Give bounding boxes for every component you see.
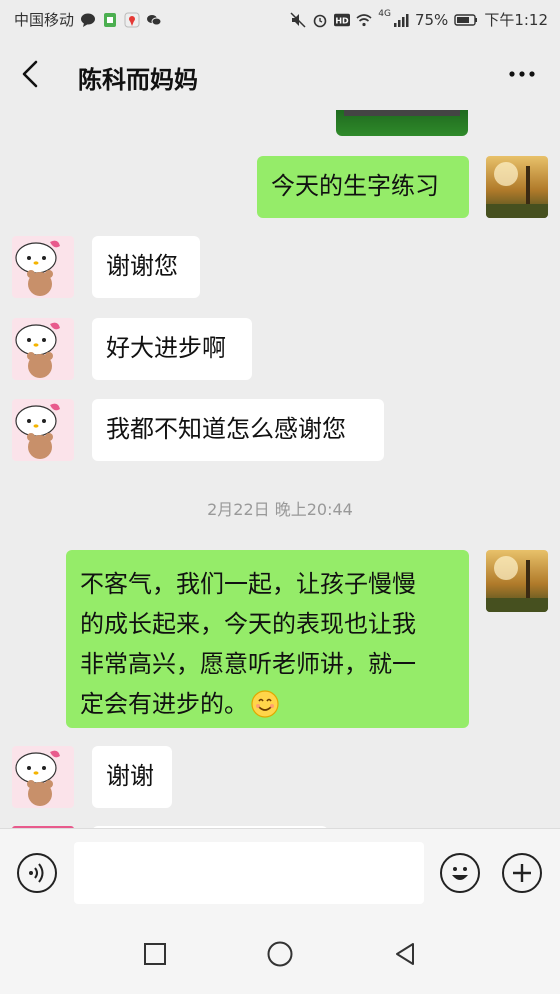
- message-list[interactable]: 今天的生字练习 谢谢您 好大进步啊 我都不知道怎么感谢您 2月22日 晚上20:…: [0, 110, 560, 828]
- wifi-icon: [356, 13, 372, 26]
- more-dots-icon[interactable]: [504, 62, 540, 86]
- smile-emoji-icon: [251, 690, 279, 718]
- network-type-label: 4G: [378, 8, 391, 19]
- battery-icon: [454, 13, 478, 26]
- message-line: 不客气，我们一起，让孩子慢慢: [80, 570, 416, 598]
- input-bar: [0, 828, 560, 921]
- back-icon[interactable]: [393, 942, 417, 966]
- message-line: 定会有进步的。: [80, 690, 248, 718]
- message-text: 谢谢您: [106, 252, 178, 280]
- contact-message-bubble[interactable]: 好大进步啊: [92, 318, 252, 380]
- my-message-bubble[interactable]: 今天的生字练习: [257, 156, 469, 218]
- svg-text:HD: HD: [336, 16, 350, 25]
- contact-avatar[interactable]: [12, 399, 74, 461]
- chevron-left-icon[interactable]: [14, 56, 50, 92]
- message-text: 谢谢: [106, 762, 154, 790]
- contact-avatar[interactable]: [12, 236, 74, 298]
- recent-apps-icon[interactable]: [143, 942, 167, 966]
- message-line: 的成长起来，今天的表现也让我: [80, 610, 416, 638]
- wechat-icon: [147, 14, 162, 25]
- contact-avatar[interactable]: [12, 318, 74, 380]
- message-input[interactable]: [74, 842, 424, 904]
- clock: 下午1:12: [484, 11, 548, 29]
- contact-avatar[interactable]: [12, 746, 74, 808]
- chat-header: 陈科而妈妈: [0, 38, 560, 110]
- mute-icon: [290, 11, 306, 28]
- status-bar: 中国移动 HD 4G 75% 下午1:12: [0, 0, 560, 38]
- battery-percent: 75%: [414, 10, 449, 29]
- my-avatar[interactable]: [486, 550, 548, 612]
- hd-icon: HD: [334, 13, 351, 26]
- carrier-label: 中国移动: [14, 11, 75, 29]
- my-avatar[interactable]: [486, 156, 548, 218]
- contact-message-bubble[interactable]: 我都不知道怎么感谢您: [92, 399, 384, 461]
- message-icon: [81, 13, 96, 27]
- voice-icon[interactable]: [17, 853, 57, 893]
- alarm-icon: [313, 14, 327, 27]
- message-text: 我都不知道怎么感谢您: [106, 415, 346, 443]
- system-nav-bar: [0, 920, 560, 994]
- contact-message-bubble[interactable]: 谢谢您: [92, 236, 200, 298]
- signal-icon: [393, 13, 409, 27]
- emoji-icon[interactable]: [440, 853, 480, 893]
- plus-icon[interactable]: [502, 853, 542, 893]
- my-message-bubble[interactable]: 不客气，我们一起，让孩子慢慢 的成长起来，今天的表现也让我 非常高兴，愿意听老师…: [66, 550, 469, 728]
- message-text: 今天的生字练习: [271, 172, 439, 200]
- message-timestamp: 2月22日 晚上20:44: [207, 500, 353, 519]
- chat-title: 陈科而妈妈: [78, 66, 198, 94]
- message-text: 好大进步啊: [106, 334, 226, 362]
- image-message[interactable]: [336, 110, 468, 136]
- contact-message-bubble[interactable]: 谢谢: [92, 746, 172, 808]
- sim-icon: [104, 12, 117, 27]
- location-icon: [124, 12, 140, 27]
- message-line: 非常高兴，愿意听老师讲，就一: [80, 650, 416, 678]
- home-icon[interactable]: [266, 940, 294, 968]
